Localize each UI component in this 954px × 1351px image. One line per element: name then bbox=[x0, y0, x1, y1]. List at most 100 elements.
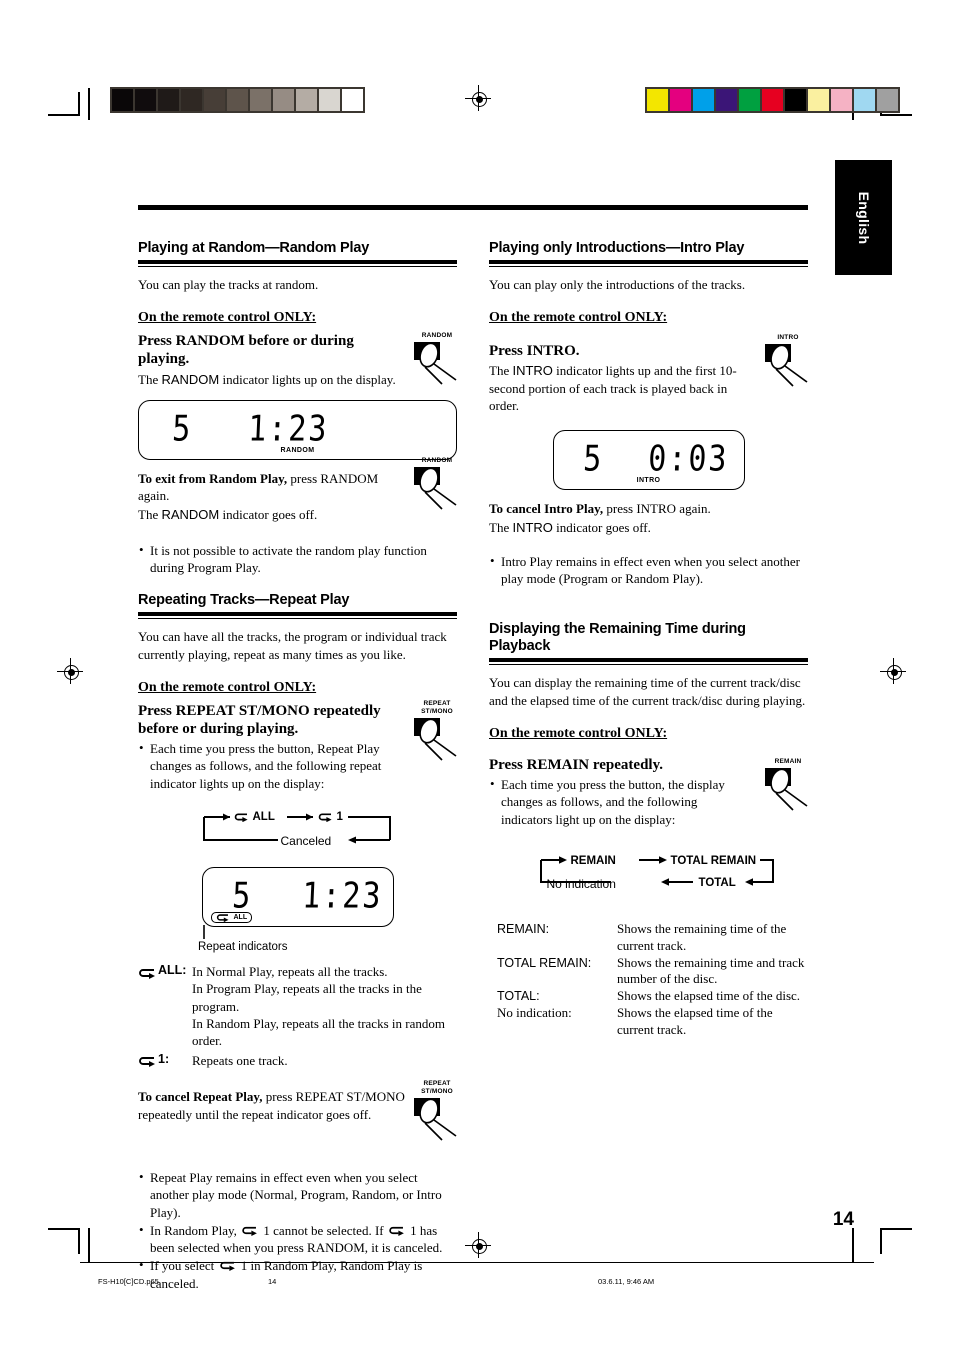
list-item: No indication: Shows the elapsed time of… bbox=[497, 1005, 808, 1039]
color-swatch bbox=[670, 89, 691, 111]
gray-swatch bbox=[250, 89, 271, 111]
repeat-remote-only-label: On the remote control ONLY: bbox=[138, 679, 317, 695]
txt: The bbox=[138, 507, 162, 523]
heading-rule bbox=[489, 260, 808, 265]
gray-swatch bbox=[273, 89, 294, 111]
list-item: TOTAL: Shows the elapsed time of the dis… bbox=[497, 988, 808, 1005]
flow-node-all: ALL bbox=[252, 811, 275, 823]
crop-mark-bottom-right bbox=[866, 1222, 912, 1266]
intro-indicator-name-2: INTRO bbox=[512, 520, 553, 536]
random-press-note: The RANDOM indicator lights up on the di… bbox=[138, 371, 396, 388]
section-heading-random-play: Playing at Random—Random Play bbox=[138, 240, 370, 256]
finger-press-icon bbox=[765, 344, 808, 387]
gray-swatch bbox=[158, 89, 179, 111]
flow-node-one: 1 bbox=[336, 811, 343, 823]
footer-rule bbox=[80, 1262, 874, 1263]
repeat-loop-icon bbox=[242, 1226, 258, 1236]
remote-key-repeat-label-line1: REPEAT bbox=[423, 699, 451, 707]
list-item: Each time you press the button, Repeat P… bbox=[138, 739, 400, 792]
flow-node-no-indication: No indication bbox=[546, 876, 616, 891]
section-heading-remaining-time: Displaying the Remaining Time during Pla… bbox=[489, 621, 746, 655]
display-time: 1:23 bbox=[300, 875, 383, 917]
intro-press-instruction: Press INTRO. bbox=[489, 343, 580, 359]
random-bullet-list: It is not possible to activate the rando… bbox=[138, 541, 457, 577]
repeat-loop-icon bbox=[216, 914, 228, 922]
remote-key-random-exit[interactable]: RANDOM bbox=[409, 457, 465, 511]
left-column: Playing at Random—Random Play You can pl… bbox=[138, 240, 457, 1302]
remain-definitions-list: REMAIN: Shows the remaining time of the … bbox=[489, 921, 808, 1039]
display-indicator-random: RANDOM bbox=[280, 446, 315, 454]
gray-swatch bbox=[181, 89, 202, 111]
heading-rule bbox=[138, 260, 457, 265]
random-indicator-name: RANDOM bbox=[161, 371, 220, 387]
page-top-rule bbox=[138, 205, 808, 210]
intro-lead-text: You can play only the introductions of t… bbox=[489, 277, 746, 293]
intro-cancel-instruction: To cancel Intro Play, press INTRO again. bbox=[489, 500, 808, 517]
remote-key-remain-label: REMAIN bbox=[774, 757, 802, 765]
txt: The bbox=[489, 363, 513, 379]
list-item: It is not possible to activate the rando… bbox=[138, 541, 457, 577]
random-remote-only-label: On the remote control ONLY: bbox=[138, 310, 317, 326]
footer-timestamp: 03.6.11, 9:46 AM bbox=[598, 1277, 655, 1286]
color-swatch bbox=[808, 89, 829, 111]
txt: The bbox=[489, 520, 513, 536]
finger-press-icon bbox=[414, 342, 457, 385]
txt: In Random Play, repeats all the tracks i… bbox=[192, 1015, 445, 1049]
display-panel-random: 5 1:23 RANDOM bbox=[138, 399, 457, 460]
remote-key-remain[interactable]: REMAIN bbox=[760, 758, 816, 812]
crop-mark-bottom-left-inner bbox=[88, 1228, 102, 1264]
repeat-index-desc-all: In Normal Play, repeats all the tracks. … bbox=[192, 963, 457, 1049]
repeat-index-desc-one: Repeats one track. bbox=[192, 1053, 288, 1069]
list-item: ALL: In Normal Play, repeats all the tra… bbox=[138, 963, 457, 1049]
display-indicator-label: ALL bbox=[233, 914, 248, 921]
repeat-loop-icon bbox=[318, 813, 332, 822]
txt: The bbox=[138, 371, 162, 387]
repeat-loop-icon-cell bbox=[138, 963, 158, 1049]
remote-key-repeat-cancel-label-line2: ST/MONO bbox=[421, 1088, 453, 1096]
color-calibration-bar bbox=[645, 87, 900, 113]
display-track-number: 5 bbox=[230, 875, 253, 917]
display-panel-repeat: 5 1:23 ALL bbox=[201, 867, 394, 927]
finger-press-icon bbox=[414, 466, 457, 510]
heading-rule bbox=[489, 658, 808, 663]
remote-key-intro[interactable]: INTRO bbox=[760, 334, 816, 388]
display-time: 0:03 bbox=[646, 438, 729, 480]
crop-mark-bottom-right-inner bbox=[852, 1228, 866, 1264]
random-press-instruction: Press RANDOM before or during playing. bbox=[138, 333, 354, 368]
language-tab-label: English bbox=[855, 191, 872, 244]
definition-description: Shows the remaining time of the current … bbox=[617, 920, 787, 953]
repeat-cancel-bold: To cancel Repeat Play, bbox=[138, 1089, 263, 1105]
remote-key-repeat-stmono[interactable]: REPEAT ST/MONO bbox=[409, 700, 465, 762]
footer-page-number: 14 bbox=[268, 1277, 277, 1286]
finger-press-icon bbox=[414, 1098, 457, 1142]
definition-term: TOTAL REMAIN: bbox=[497, 955, 592, 970]
color-swatch bbox=[693, 89, 714, 111]
remote-key-repeat-cancel[interactable]: REPEAT ST/MONO bbox=[409, 1080, 465, 1142]
remote-key-intro-label: INTRO bbox=[777, 334, 799, 341]
crop-mark-top-left bbox=[48, 92, 88, 132]
registration-mark-right bbox=[880, 658, 906, 684]
remain-press-instruction: Press REMAIN repeatedly. bbox=[489, 756, 664, 773]
color-swatch bbox=[716, 89, 737, 111]
remain-mode-flow-diagram: REMAIN TOTAL REMAIN TOTAL No indication bbox=[515, 850, 783, 899]
intro-remote-only-label: On the remote control ONLY: bbox=[489, 310, 668, 326]
display-panel-intro: 5 0:03 INTRO bbox=[552, 430, 745, 491]
remain-bullet-list: Each time you press the button, the disp… bbox=[489, 775, 751, 828]
remote-key-random[interactable]: RANDOM bbox=[409, 332, 465, 386]
random-exit-note: The RANDOM indicator goes off. bbox=[138, 506, 396, 523]
remain-lead-text: You can display the remaining time of th… bbox=[489, 675, 806, 708]
gray-swatch bbox=[296, 89, 317, 111]
color-swatch bbox=[854, 89, 875, 111]
right-column: Playing only Introductions—Intro Play Yo… bbox=[489, 240, 808, 1302]
gray-swatch bbox=[112, 89, 133, 111]
random-lead-text: You can play the tracks at random. bbox=[138, 277, 319, 293]
display-indicator-repeat-all: ALL bbox=[210, 912, 253, 923]
display-caption-repeat-indicators: Repeat indicators bbox=[198, 941, 288, 953]
list-item: In Random Play, 1 cannot be selected. If… bbox=[138, 1221, 457, 1257]
repeat-loop-icon bbox=[139, 969, 155, 979]
gray-swatch bbox=[227, 89, 248, 111]
repeat-loop-icon-cell bbox=[138, 1052, 158, 1072]
gray-swatch bbox=[342, 89, 363, 111]
display-track-number: 5 bbox=[581, 438, 604, 480]
intro-cancel-note: The INTRO indicator goes off. bbox=[489, 519, 808, 536]
